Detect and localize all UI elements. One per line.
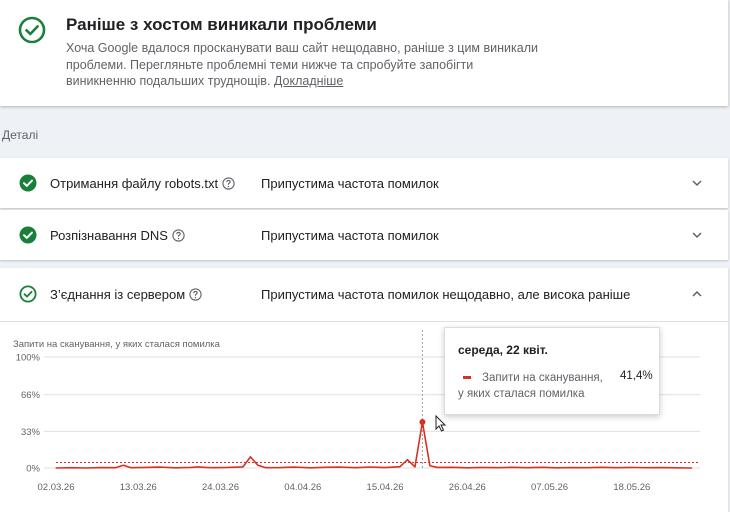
data-point bbox=[122, 464, 124, 466]
y-tick-label: 0% bbox=[26, 464, 40, 475]
data-point bbox=[481, 466, 483, 469]
tooltip-date: середа, 22 квіт. bbox=[458, 343, 548, 357]
data-point bbox=[369, 466, 371, 468]
data-point bbox=[249, 456, 252, 458]
data-point bbox=[511, 466, 513, 468]
x-tick-label: 18.05.26 bbox=[613, 482, 650, 493]
data-point bbox=[309, 467, 311, 469]
data-point bbox=[115, 467, 117, 469]
data-point bbox=[324, 466, 326, 468]
data-point bbox=[175, 467, 177, 469]
data-point bbox=[496, 467, 498, 469]
data-point bbox=[526, 467, 528, 469]
data-point bbox=[429, 465, 431, 467]
x-tick-label: 24.03.26 bbox=[202, 482, 239, 493]
data-point bbox=[197, 466, 199, 468]
data-point bbox=[571, 466, 573, 469]
data-point bbox=[384, 466, 386, 469]
data-point bbox=[339, 466, 341, 468]
data-point bbox=[145, 466, 147, 469]
data-point bbox=[631, 466, 633, 469]
data-point bbox=[212, 467, 214, 469]
data-point bbox=[616, 467, 618, 469]
y-tick-label: 66% bbox=[21, 390, 41, 401]
data-point bbox=[160, 466, 162, 468]
error-rate-chart[interactable]: 100% 66% 33% 0% 02.03.26 13.03.26 24.03.26 04.0… bbox=[0, 0, 730, 512]
data-point bbox=[70, 467, 72, 469]
series-line bbox=[55, 421, 692, 469]
data-point bbox=[354, 467, 356, 469]
data-point bbox=[466, 467, 468, 469]
data-point bbox=[227, 466, 229, 469]
data-point bbox=[294, 466, 296, 468]
data-point bbox=[130, 467, 132, 469]
data-point bbox=[661, 466, 663, 469]
data-point bbox=[264, 467, 266, 469]
tooltip-value: 41,4% bbox=[620, 370, 653, 382]
tooltip-series-name: Запити на сканування, у яких сталася пом… bbox=[458, 372, 603, 400]
data-point bbox=[204, 466, 207, 469]
data-point bbox=[601, 466, 603, 468]
x-tick-label: 26.04.26 bbox=[449, 482, 486, 493]
data-point bbox=[55, 467, 57, 469]
data-point bbox=[436, 466, 438, 469]
data-point bbox=[406, 459, 409, 461]
data-point bbox=[279, 466, 281, 469]
data-point bbox=[257, 464, 259, 466]
data-point bbox=[242, 466, 244, 468]
x-tick-label: 13.03.26 bbox=[120, 482, 157, 493]
data-point bbox=[691, 467, 693, 469]
chart-tooltip: середа, 22 квіт. Запити на сканування, у… bbox=[444, 327, 660, 415]
x-tick-label: 07.05.26 bbox=[531, 482, 568, 493]
data-point bbox=[541, 466, 543, 468]
data-point bbox=[646, 467, 648, 469]
y-tick-label: 33% bbox=[21, 427, 41, 438]
data-point bbox=[414, 466, 416, 468]
data-point bbox=[676, 467, 678, 469]
x-tick-label: 02.03.26 bbox=[38, 482, 75, 493]
data-point bbox=[85, 467, 87, 469]
data-point bbox=[399, 466, 401, 468]
data-point bbox=[100, 466, 102, 469]
x-tick-label: 04.04.26 bbox=[284, 482, 321, 493]
cursor-icon bbox=[435, 414, 447, 432]
data-point bbox=[556, 467, 558, 469]
data-point bbox=[451, 466, 453, 468]
y-tick-label: 100% bbox=[16, 353, 41, 364]
x-tick-label: 15.04.26 bbox=[367, 482, 404, 493]
data-point bbox=[586, 467, 588, 469]
hover-point bbox=[419, 419, 426, 426]
data-point bbox=[190, 466, 192, 469]
